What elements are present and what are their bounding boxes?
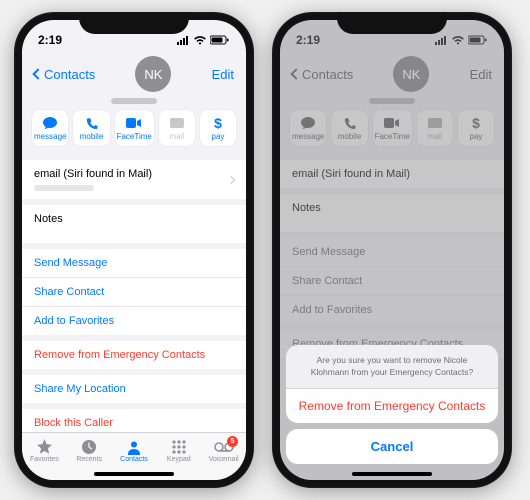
tab-recents-label: Recents [76,456,102,463]
quick-actions: message mobile FaceTime mail $ pay [22,110,246,154]
notes-cell[interactable]: Notes [22,205,246,243]
email-label: email (Siri found in Mail) [34,168,152,180]
battery-icon [210,35,230,45]
action-sheet-cancel-button[interactable]: Cancel [286,429,498,464]
quick-mail-label: mail [161,132,193,141]
voicemail-icon [201,438,246,455]
wifi-icon [193,35,207,45]
phone-frame-action-sheet: 2:19 Contacts NK Edit message mobile Fac… [272,12,512,488]
back-label: Contacts [44,67,95,82]
tab-favorites-label: Favorites [30,456,59,463]
back-button[interactable]: Contacts [34,67,95,82]
voicemail-badge: 5 [227,436,238,447]
tab-voicemail[interactable]: 5 Voicemail [201,438,246,463]
avatar[interactable]: NK [135,56,171,92]
tab-favorites[interactable]: Favorites [22,438,67,463]
clock-icon [67,438,112,455]
email-value-redacted [34,185,94,191]
tab-keypad-label: Keypad [167,456,191,463]
signal-icon [176,35,190,45]
quick-pay[interactable]: $ pay [200,110,236,146]
share-location-button[interactable]: Share My Location [22,375,246,403]
tab-contacts-label: Contacts [120,456,148,463]
chevron-right-icon [227,175,235,183]
device-notch [337,12,447,34]
pay-icon: $ [202,116,234,130]
share-contact-button[interactable]: Share Contact [22,277,246,306]
keypad-icon [156,438,201,455]
contact-content: email (Siri found in Mail) Notes Send Me… [22,154,246,432]
quick-message-label: message [34,132,66,141]
quick-mobile[interactable]: mobile [73,110,109,146]
status-indicators [176,35,230,45]
status-time: 2:19 [38,33,62,47]
chevron-left-icon [32,68,43,79]
contact-icon [112,438,157,455]
contact-name-redacted [111,98,157,104]
phone-icon [75,116,107,130]
home-indicator[interactable] [94,472,174,476]
star-icon [22,438,67,455]
facetime-icon [117,116,152,130]
tab-contacts[interactable]: Contacts [112,438,157,463]
edit-button[interactable]: Edit [212,67,234,82]
quick-pay-label: pay [202,132,234,141]
message-icon [34,116,66,130]
tab-voicemail-label: Voicemail [209,456,239,463]
notes-label: Notes [34,213,63,225]
quick-mail: mail [159,110,195,146]
action-sheet-message: Are you sure you want to remove Nicole K… [286,345,498,389]
send-message-button[interactable]: Send Message [22,249,246,277]
mail-icon [161,116,193,130]
tab-keypad[interactable]: Keypad [156,438,201,463]
tab-recents[interactable]: Recents [67,438,112,463]
action-sheet-confirm-button[interactable]: Remove from Emergency Contacts [286,389,498,423]
quick-facetime-label: FaceTime [117,132,152,141]
action-sheet: Are you sure you want to remove Nicole K… [286,345,498,423]
phone-frame-contact-detail: 2:19 Contacts NK Edit message mobi [14,12,254,488]
quick-message[interactable]: message [32,110,68,146]
nav-bar: Contacts NK Edit [22,52,246,94]
block-caller-button[interactable]: Block this Caller [22,409,246,432]
quick-facetime[interactable]: FaceTime [115,110,154,146]
quick-mobile-label: mobile [75,132,107,141]
add-favorites-button[interactable]: Add to Favorites [22,306,246,335]
email-row[interactable]: email (Siri found in Mail) [22,160,246,199]
device-notch [79,12,189,34]
action-sheet-backdrop[interactable]: Are you sure you want to remove Nicole K… [280,20,504,480]
remove-emergency-button[interactable]: Remove from Emergency Contacts [22,341,246,369]
